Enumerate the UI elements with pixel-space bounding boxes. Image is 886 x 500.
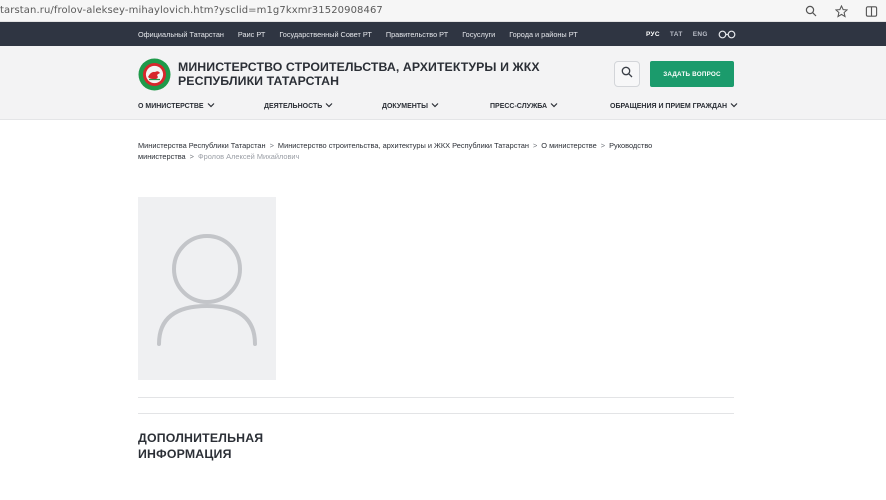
search-button[interactable] xyxy=(614,61,640,87)
favorite-star-icon[interactable] xyxy=(832,2,850,20)
nav-item-label: О МИНИСТЕРСТВЕ xyxy=(138,102,204,110)
nav-item-label: ДЕЯТЕЛЬНОСТЬ xyxy=(264,102,323,110)
main-nav: О МИНИСТЕРСТВЕ ДЕЯТЕЛЬНОСТЬ ДОКУМЕНТЫ ПР… xyxy=(138,102,738,114)
breadcrumb-link-ministries[interactable]: Министерства Республики Татарстан xyxy=(138,141,266,150)
lang-tat[interactable]: ТАТ xyxy=(670,31,683,38)
site-header: МИНИСТЕРСТВО СТРОИТЕЛЬСТВА, АРХИТЕКТУРЫ … xyxy=(0,46,886,120)
nav-item-press[interactable]: ПРЕСС-СЛУЖБА xyxy=(490,102,558,110)
avatar-placeholder xyxy=(138,197,276,380)
nav-item-documents[interactable]: ДОКУМЕНТЫ xyxy=(382,102,439,110)
breadcrumb: Министерства Республики Татарстан > Минист… xyxy=(138,140,718,162)
user-silhouette-icon xyxy=(157,234,257,346)
reading-view-icon[interactable] xyxy=(862,2,880,20)
top-link-gosuslugi[interactable]: Госуслуги xyxy=(462,30,495,39)
breadcrumb-link-about[interactable]: О министерстве xyxy=(541,141,596,150)
chevron-right-icon: > xyxy=(269,141,274,150)
top-links: Официальный Татарстан Раис РТ Государств… xyxy=(138,22,578,46)
top-link-official-tatarstan[interactable]: Официальный Татарстан xyxy=(138,30,224,39)
tatarstan-emblem-icon[interactable] xyxy=(138,58,171,91)
breadcrumb-current: Фролов Алексей Михайлович xyxy=(198,152,300,161)
nav-item-activity[interactable]: ДЕЯТЕЛЬНОСТЬ xyxy=(264,102,333,110)
chevron-down-icon xyxy=(730,102,738,110)
ask-question-button[interactable]: ЗАДАТЬ ВОПРОС xyxy=(650,61,734,87)
lang-eng[interactable]: ENG xyxy=(693,31,708,38)
lang-rus[interactable]: РУС xyxy=(646,31,660,38)
chevron-right-icon: > xyxy=(600,141,606,150)
nav-item-label: ПРЕСС-СЛУЖБА xyxy=(490,102,548,110)
zoom-icon[interactable] xyxy=(802,2,820,20)
top-link-rais[interactable]: Раис РТ xyxy=(238,30,265,39)
accessibility-glasses-icon[interactable] xyxy=(718,30,736,39)
top-link-cities[interactable]: Города и районы РТ xyxy=(509,30,577,39)
top-link-state-council[interactable]: Государственный Совет РТ xyxy=(279,30,372,39)
chevron-down-icon xyxy=(431,102,439,110)
chevron-down-icon xyxy=(207,102,215,110)
chevron-down-icon xyxy=(325,102,333,110)
language-switcher: РУС ТАТ ENG xyxy=(646,22,736,46)
chevron-down-icon xyxy=(550,102,558,110)
top-link-government[interactable]: Правительство РТ xyxy=(386,30,448,39)
chevron-right-icon: > xyxy=(189,152,194,161)
chevron-right-icon: > xyxy=(532,141,538,150)
nav-item-appeals[interactable]: ОБРАЩЕНИЯ И ПРИЕМ ГРАЖДАН xyxy=(610,102,738,110)
nav-item-label: ДОКУМЕНТЫ xyxy=(382,102,428,110)
divider xyxy=(138,413,734,414)
search-icon xyxy=(621,65,633,83)
ministry-title[interactable]: МИНИСТЕРСТВО СТРОИТЕЛЬСТВА, АРХИТЕКТУРЫ … xyxy=(178,60,558,88)
additional-info-heading: ДОПОЛНИТЕЛЬНАЯ ИНФОРМАЦИЯ xyxy=(138,431,264,461)
breadcrumb-link-ministry[interactable]: Министерство строительства, архитектуры … xyxy=(278,141,529,150)
address-bar-url[interactable]: tarstan.ru/frolov-aleksey-mihaylovich.ht… xyxy=(0,5,383,16)
nav-item-label: ОБРАЩЕНИЯ И ПРИЕМ ГРАЖДАН xyxy=(610,102,728,110)
nav-item-about[interactable]: О МИНИСТЕРСТВЕ xyxy=(138,102,215,110)
top-strip: Официальный Татарстан Раис РТ Государств… xyxy=(0,22,886,46)
divider xyxy=(138,397,734,398)
browser-toolbar: tarstan.ru/frolov-aleksey-mihaylovich.ht… xyxy=(0,0,886,22)
